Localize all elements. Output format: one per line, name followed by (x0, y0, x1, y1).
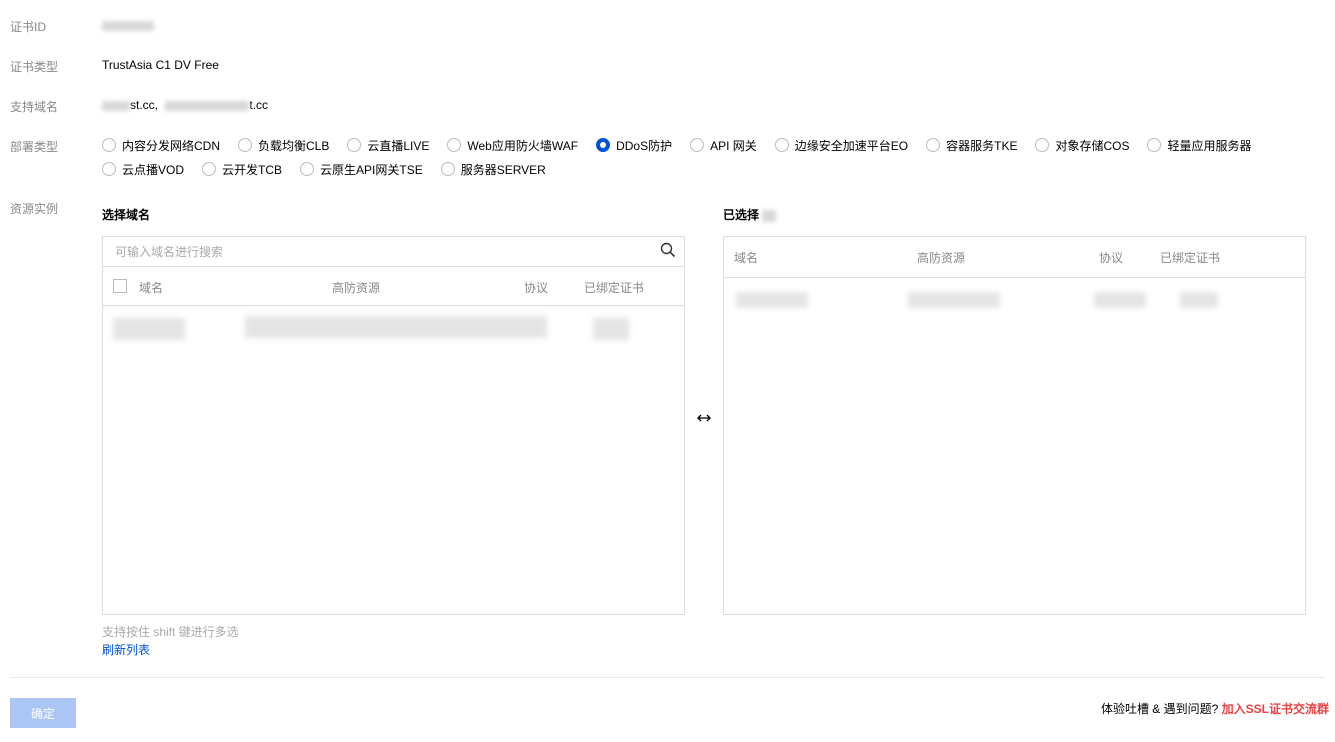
selected-title-text: 已选择 (723, 208, 760, 222)
search-input[interactable] (113, 243, 617, 260)
radio-deploy_types_row1-8[interactable]: 对象存储COS (1035, 137, 1129, 154)
left-table-header: 域名 高防资源 协议 已绑定证书 (103, 267, 684, 306)
radio-label: 对象存储COS (1055, 138, 1130, 153)
radio-unchecked-icon[interactable] (1147, 138, 1162, 152)
radio-deploy_types_row1-9[interactable]: 轻量应用服务器 (1147, 137, 1252, 154)
radio-label: 负载均衡CLB (258, 138, 330, 153)
selected-domains-panel: 域名 高防资源 协议 已绑定证书 (723, 236, 1306, 615)
radio-label: 云点播VOD (122, 162, 185, 177)
radio-deploy_types_row2-3[interactable]: 服务器SERVER (440, 161, 546, 178)
radio-deploy_types_row1-4[interactable]: DDoS防护 (596, 137, 672, 154)
selected-table-row[interactable] (724, 278, 1305, 322)
radio-row-1: 内容分发网络CDN 负载均衡CLB 云直播LIVE Web应用防火墙WAF DDoS防护… (102, 133, 1302, 157)
available-domains-panel: 域名 高防资源 协议 已绑定证书 (102, 236, 685, 615)
radio-unchecked-icon[interactable] (202, 162, 217, 176)
cert-type-label: 证书类型 (10, 60, 59, 74)
right-table-header: 域名 高防资源 协议 已绑定证书 (724, 237, 1305, 278)
radio-unchecked-icon[interactable] (238, 138, 252, 152)
cert-id-label: 证书ID (10, 20, 47, 34)
radio-label: Web应用防火墙WAF (467, 138, 579, 153)
table-row[interactable] (103, 306, 684, 350)
deploy-type-label: 部署类型 (10, 140, 59, 154)
radio-unchecked-icon[interactable] (440, 162, 455, 176)
col-protect-resource: 高防资源 (332, 281, 381, 295)
search-icon[interactable] (660, 242, 676, 261)
radio-deploy_types_row2-1[interactable]: 云开发TCB (202, 161, 282, 178)
refresh-list-link[interactable]: 刷新列表 (102, 641, 150, 658)
radio-label: 容器服务TKE (946, 138, 1018, 153)
radio-deploy_types_row1-3[interactable]: Web应用防火墙WAF (447, 137, 578, 154)
cert-id-value (102, 18, 154, 32)
radio-label: 服务器SERVER (460, 162, 546, 177)
radio-label: 边缘安全加速平台EO (794, 138, 909, 153)
radio-unchecked-icon[interactable] (102, 162, 116, 176)
radio-unchecked-icon[interactable] (774, 138, 789, 152)
radio-label: 轻量应用服务器 (1167, 138, 1252, 153)
radio-row-2: 云点播VOD 云开发TCB 云原生API网关TSE 服务器SERVER (102, 157, 1302, 181)
radio-unchecked-icon[interactable] (447, 138, 462, 152)
col-protect-resource: 高防资源 (917, 251, 966, 265)
domain-value: st.cc, t.cc (102, 98, 268, 112)
domain-1-suffix: st.cc, (130, 98, 159, 112)
col-protocol: 协议 (524, 281, 549, 295)
radio-label: 内容分发网络CDN (122, 138, 220, 153)
radio-unchecked-icon[interactable] (1035, 138, 1050, 152)
right-panel-title: 已选择 (723, 206, 777, 223)
col-protocol: 协议 (1099, 251, 1124, 265)
radio-deploy_types_row1-6[interactable]: 边缘安全加速平台EO (774, 137, 909, 154)
radio-label: 云原生API网关TSE (320, 162, 423, 177)
radio-deploy_types_row2-0[interactable]: 云点播VOD (102, 161, 184, 178)
col-domain: 域名 (734, 251, 759, 265)
radio-deploy_types_row1-7[interactable]: 容器服务TKE (926, 137, 1017, 154)
radio-deploy_types_row1-1[interactable]: 负载均衡CLB (238, 137, 329, 154)
deploy-type-radio-group: 内容分发网络CDN 负载均衡CLB 云直播LIVE Web应用防火墙WAF DDoS防护… (102, 133, 1302, 181)
radio-unchecked-icon[interactable] (300, 162, 315, 176)
domain-2-suffix: t.cc (249, 98, 269, 112)
radio-deploy_types_row1-0[interactable]: 内容分发网络CDN (102, 137, 220, 154)
multi-select-hint: 支持按住 shift 键进行多选 (102, 625, 239, 639)
divider (10, 677, 1325, 678)
feedback-text: 体验吐槽 & 遇到问题? (1100, 702, 1219, 716)
radio-label: DDoS防护 (616, 138, 673, 153)
radio-label: API 网关 (710, 138, 757, 153)
col-domain: 域名 (139, 281, 164, 295)
resource-label: 资源实例 (10, 202, 59, 216)
radio-label: 云开发TCB (222, 162, 283, 177)
radio-deploy_types_row1-2[interactable]: 云直播LIVE (347, 137, 429, 154)
radio-checked-icon[interactable] (596, 138, 611, 152)
select-all-checkbox[interactable] (113, 279, 127, 293)
radio-label: 云直播LIVE (367, 138, 430, 153)
radio-deploy_types_row2-2[interactable]: 云原生API网关TSE (300, 161, 423, 178)
radio-unchecked-icon[interactable] (690, 138, 705, 152)
col-bound-cert: 已绑定证书 (1160, 251, 1221, 265)
radio-unchecked-icon[interactable] (347, 138, 362, 152)
search-bar (103, 237, 684, 267)
radio-unchecked-icon[interactable] (102, 138, 116, 152)
feedback-area: 体验吐槽 & 遇到问题? 加入SSL证书交流群 (1101, 700, 1329, 717)
confirm-button[interactable]: 确定 (10, 698, 76, 728)
join-group-link[interactable]: 加入SSL证书交流群 (1222, 702, 1329, 716)
radio-unchecked-icon[interactable] (926, 138, 941, 152)
transfer-arrows-icon (696, 410, 712, 426)
col-bound-cert: 已绑定证书 (584, 281, 645, 295)
left-panel-title: 选择域名 (102, 208, 151, 222)
radio-deploy_types_row1-5[interactable]: API 网关 (690, 137, 757, 154)
cert-type-value: TrustAsia C1 DV Free (102, 58, 219, 72)
domain-label: 支持域名 (10, 100, 59, 114)
